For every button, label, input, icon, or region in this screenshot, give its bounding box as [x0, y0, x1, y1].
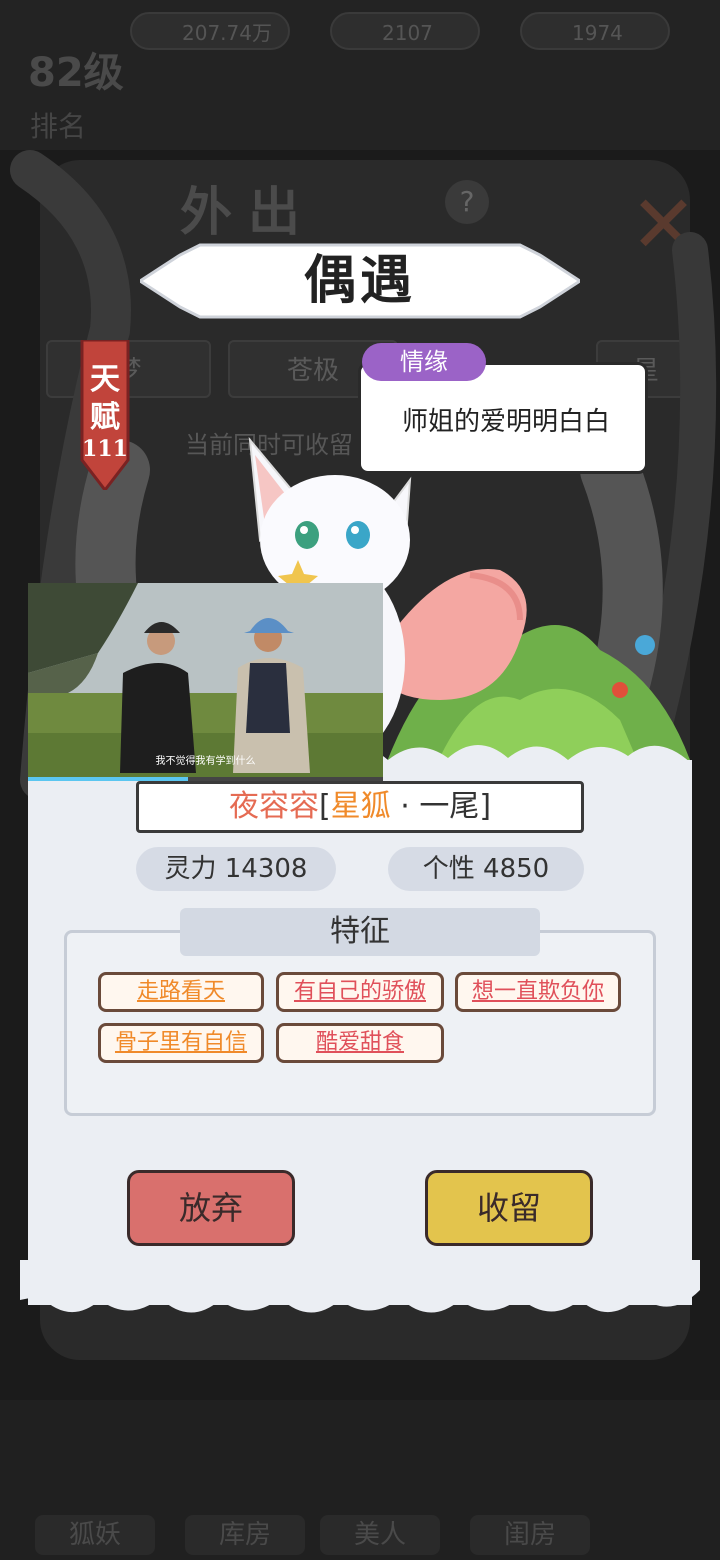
character-name: 夜容容: [228, 789, 319, 824]
feature-tag[interactable]: 走路看天: [98, 972, 264, 1012]
video-progress-fill: [28, 777, 188, 781]
keep-button[interactable]: 收留: [425, 1170, 593, 1246]
video-subtitle: 我不觉得我有学到什么: [155, 756, 256, 767]
stat-spirit-power: 灵力 14308: [136, 847, 336, 891]
name-bracket-close: ]: [479, 789, 492, 824]
features-title: 特征: [180, 908, 540, 956]
bubble-text: 师姐的爱明明白白: [401, 407, 610, 437]
talent-value: 111: [82, 436, 128, 462]
feature-tag[interactable]: 有自己的骄傲: [276, 972, 444, 1012]
fur-border-bottom: [20, 1260, 700, 1313]
character-species: 星狐: [330, 789, 391, 824]
name-separator: ·: [400, 789, 410, 824]
name-bracket-open: [: [318, 789, 331, 824]
character-tail-count: 一尾: [419, 789, 480, 824]
character-name-plate: 夜容容[星狐 · 一尾]: [136, 781, 584, 833]
feature-tag[interactable]: 酷爱甜食: [276, 1023, 444, 1063]
stat-personality: 个性 4850: [388, 847, 584, 891]
bubble-tag: 情缘: [362, 343, 486, 381]
video-progress-track[interactable]: [28, 777, 383, 781]
dialog-title: 偶遇: [303, 250, 416, 311]
talent-char-2: 赋: [90, 400, 120, 435]
feature-tag[interactable]: 骨子里有自信: [98, 1023, 264, 1063]
feature-tag[interactable]: 想一直欺负你: [455, 972, 621, 1012]
video-overlay[interactable]: 我不觉得我有学到什么: [28, 583, 383, 781]
abandon-button[interactable]: 放弃: [127, 1170, 295, 1246]
title-ribbon: 偶遇: [140, 235, 580, 327]
talent-badge: 天 赋 111: [78, 340, 132, 490]
